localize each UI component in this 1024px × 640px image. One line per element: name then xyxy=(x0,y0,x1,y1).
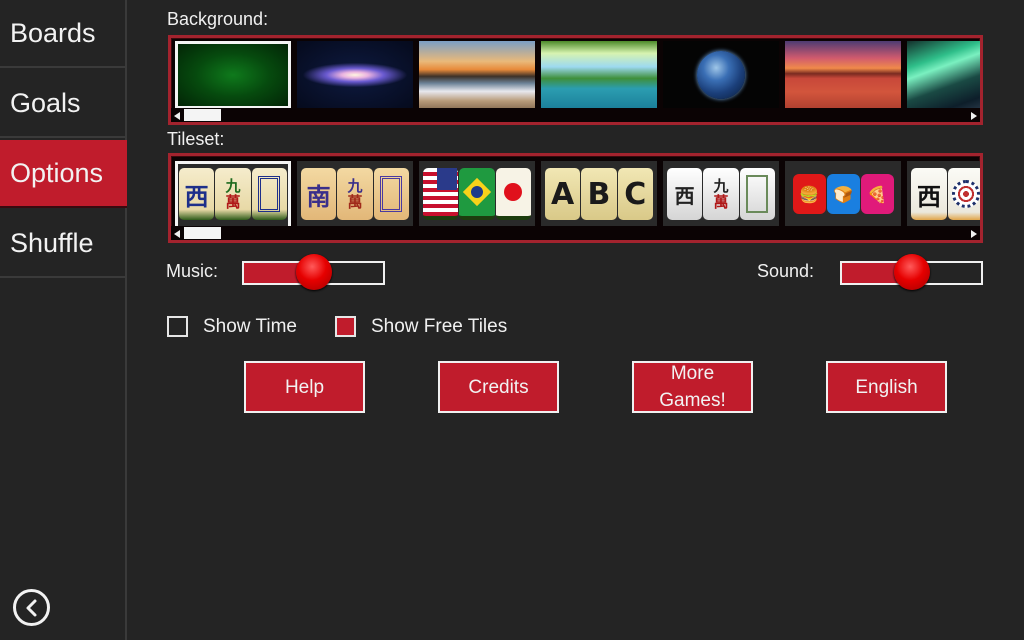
background-option-aurora[interactable] xyxy=(907,41,980,109)
tileset-option-wood[interactable]: 南 九萬 xyxy=(297,161,413,229)
tileset-carousel[interactable]: 西 九萬 南 九萬 A B C 西 九萬 🍔 🍞 🍕 西 xyxy=(168,153,983,243)
tile: 西 xyxy=(667,168,703,220)
sidebar-item-label: Shuffle xyxy=(10,227,94,258)
circle-tile-face xyxy=(952,180,980,208)
background-option-lake[interactable] xyxy=(541,41,657,109)
music-slider-knob[interactable] xyxy=(295,254,332,290)
tile-frame xyxy=(258,176,281,212)
tileset-option-classic-ivory[interactable]: 西 九萬 xyxy=(175,161,291,229)
show-free-tiles-label[interactable]: Show Free Tiles xyxy=(371,316,507,338)
earth-image xyxy=(697,51,745,99)
options-screen: Boards Goals Options Shuffle Background:… xyxy=(0,0,1024,640)
tile xyxy=(373,168,409,220)
background-option-galaxy[interactable] xyxy=(297,41,413,109)
scroll-left-arrow-icon[interactable] xyxy=(174,112,180,120)
tile: C xyxy=(617,168,653,220)
sidebar-item-label: Goals xyxy=(10,87,81,118)
tile xyxy=(251,168,287,220)
tile: 九萬 xyxy=(215,168,251,220)
tileset-option-traditional[interactable]: 西 xyxy=(907,161,980,229)
tile: 西 xyxy=(179,168,215,220)
music-slider[interactable] xyxy=(242,254,385,290)
help-button[interactable]: Help xyxy=(244,361,365,413)
tile: A xyxy=(545,168,581,220)
more-games-button[interactable]: More Games! xyxy=(632,361,753,413)
tileset-scrollbar[interactable] xyxy=(171,226,980,240)
sound-slider[interactable] xyxy=(840,254,983,290)
tileset-option-abc[interactable]: A B C xyxy=(541,161,657,229)
background-option-green[interactable] xyxy=(175,41,291,109)
burger-tile: 🍔 xyxy=(792,174,826,214)
tile: B xyxy=(581,168,617,220)
japan-flag-tile xyxy=(495,168,531,220)
sidebar-item-label: Options xyxy=(10,157,104,188)
scrollbar-thumb[interactable] xyxy=(184,227,221,239)
credits-button[interactable]: Credits xyxy=(438,361,559,413)
background-option-earth[interactable] xyxy=(663,41,779,109)
tileset-label: Tileset: xyxy=(167,129,225,149)
scroll-right-arrow-icon[interactable] xyxy=(971,230,977,238)
brazil-flag-tile xyxy=(459,168,495,220)
tile-frame xyxy=(380,176,403,212)
background-carousel[interactable] xyxy=(168,35,983,125)
show-free-tiles-checkbox[interactable] xyxy=(335,316,356,337)
tile xyxy=(739,168,775,220)
back-button[interactable] xyxy=(13,589,50,626)
tile: 西 xyxy=(911,168,947,220)
language-button[interactable]: English xyxy=(826,361,947,413)
scroll-left-arrow-icon[interactable] xyxy=(174,230,180,238)
flag-canton xyxy=(437,168,457,190)
sidebar-item-goals[interactable]: Goals xyxy=(0,70,127,138)
background-option-beach[interactable] xyxy=(419,41,535,109)
scroll-right-arrow-icon[interactable] xyxy=(971,112,977,120)
tile xyxy=(948,168,980,220)
tile: 九萬 xyxy=(337,168,373,220)
bread-tile: 🍞 xyxy=(826,174,860,214)
background-option-desert[interactable] xyxy=(785,41,901,109)
flag-globe xyxy=(468,183,486,201)
background-label: Background: xyxy=(167,9,269,29)
tile-frame xyxy=(746,175,769,213)
sidebar-item-shuffle[interactable]: Shuffle xyxy=(0,210,127,278)
background-scrollbar[interactable] xyxy=(171,108,980,122)
tile: 南 xyxy=(301,168,337,220)
flag-diamond xyxy=(462,177,492,207)
sidebar-item-options[interactable]: Options xyxy=(0,140,127,208)
sound-label: Sound: xyxy=(757,261,815,281)
background-thumbnails xyxy=(175,41,980,109)
sidebar: Boards Goals Options Shuffle xyxy=(0,0,127,640)
usa-flag-tile xyxy=(423,168,459,220)
scrollbar-thumb[interactable] xyxy=(184,109,221,121)
sidebar-item-label: Boards xyxy=(10,17,96,48)
tileset-thumbnails: 西 九萬 南 九萬 A B C 西 九萬 🍔 🍞 🍕 西 xyxy=(175,161,980,229)
music-label: Music: xyxy=(166,261,219,281)
tileset-option-white[interactable]: 西 九萬 xyxy=(663,161,779,229)
tileset-option-food[interactable]: 🍔 🍞 🍕 xyxy=(785,161,901,229)
chevron-left-icon xyxy=(26,599,36,616)
pizza-tile: 🍕 xyxy=(860,174,894,214)
tile: 九萬 xyxy=(703,168,739,220)
show-time-checkbox[interactable] xyxy=(167,316,188,337)
show-time-label[interactable]: Show Time xyxy=(203,316,297,338)
sidebar-item-boards[interactable]: Boards xyxy=(0,0,127,68)
flag-sun xyxy=(504,183,523,201)
tileset-option-flags[interactable] xyxy=(419,161,535,229)
sound-slider-knob[interactable] xyxy=(893,254,930,290)
